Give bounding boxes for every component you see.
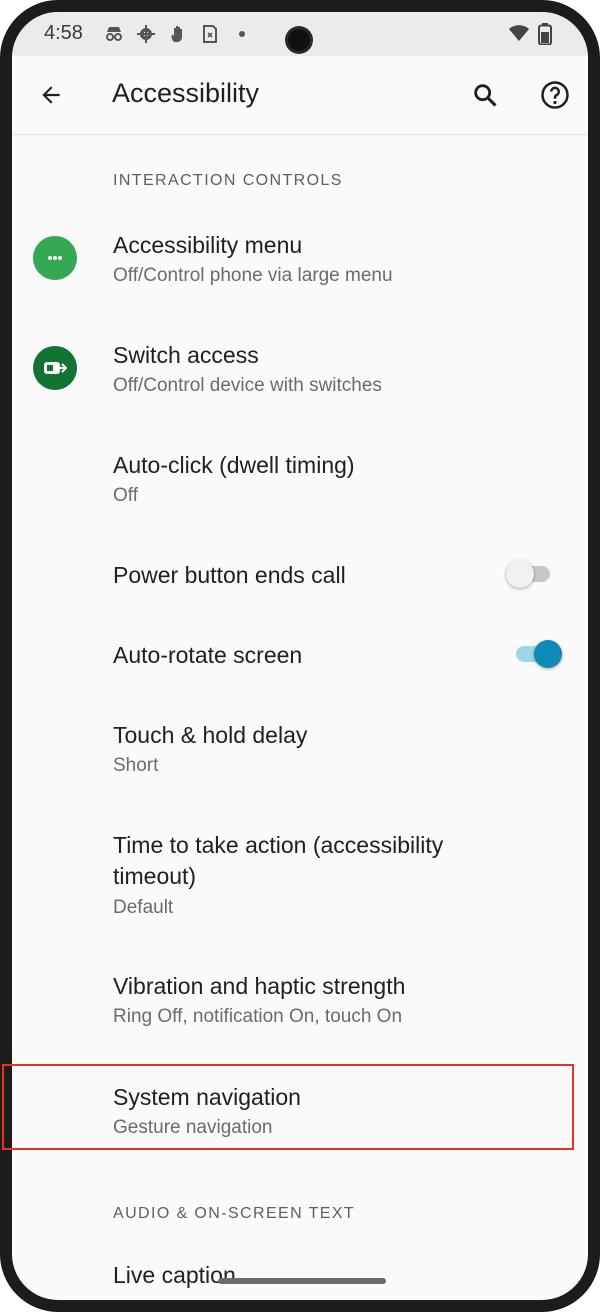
list-item-power-button-ends-call[interactable]: Power button ends call — [12, 550, 588, 610]
gesture-nav-handle[interactable] — [218, 1278, 386, 1284]
list-item-time-to-take-action[interactable]: Time to take action (accessibility timeo… — [12, 820, 588, 930]
list-item-touch-hold-delay[interactable]: Touch & hold delay Short — [12, 710, 588, 790]
item-title: Power button ends call — [113, 562, 346, 588]
page-title: Accessibility — [112, 78, 260, 108]
incognito-icon — [104, 24, 124, 44]
search-icon — [474, 84, 497, 107]
list-item-auto-click[interactable]: Auto-click (dwell timing) Off — [12, 440, 588, 520]
item-title-line-2: timeout) — [113, 863, 197, 889]
item-title: Touch & hold delay — [113, 722, 308, 748]
list-item-accessibility-menu[interactable]: Accessibility menu Off/Control phone via… — [12, 220, 588, 300]
item-title: Auto-rotate screen — [113, 642, 303, 668]
search-button[interactable] — [466, 76, 504, 114]
item-subtitle: Off — [113, 485, 138, 506]
item-title: Switch access — [113, 342, 259, 368]
back-button[interactable] — [32, 76, 70, 114]
item-subtitle: Ring Off, notification On, touch On — [113, 1006, 403, 1027]
item-subtitle: Short — [113, 755, 159, 776]
toggle-thumb — [506, 560, 534, 588]
dot-icon — [232, 24, 252, 44]
status-bar: 4:58 — [12, 12, 588, 56]
status-icons-left — [104, 24, 252, 44]
item-title: Auto-click (dwell timing) — [113, 452, 355, 478]
app-bar: Accessibility — [12, 56, 588, 135]
hand-icon — [168, 24, 188, 44]
accessibility-menu-icon — [33, 236, 77, 280]
front-camera — [288, 29, 310, 51]
item-title: Vibration and haptic strength — [113, 973, 406, 999]
power-button-toggle[interactable] — [506, 558, 556, 588]
help-icon — [541, 81, 569, 109]
section-header-interaction-controls: INTERACTION CONTROLS — [113, 172, 343, 189]
item-title-line-1: Time to take action (accessibility — [113, 832, 444, 858]
wifi-icon — [508, 23, 529, 43]
settings-icon — [136, 24, 156, 44]
list-item-auto-rotate-screen[interactable]: Auto-rotate screen — [12, 630, 588, 690]
item-title: Live caption — [113, 1262, 236, 1288]
status-time: 4:58 — [44, 22, 83, 44]
switch-access-icon — [33, 346, 77, 390]
battery-icon — [538, 23, 558, 46]
list-item-switch-access[interactable]: Switch access Off/Control device with sw… — [12, 330, 588, 410]
help-button[interactable] — [536, 76, 574, 114]
status-icons-right — [508, 23, 558, 46]
toggle-thumb — [534, 640, 562, 668]
section-header-audio-onscreen-text: AUDIO & ON-SCREEN TEXT — [113, 1205, 356, 1222]
auto-rotate-toggle[interactable] — [512, 638, 562, 668]
highlight-box — [2, 1064, 574, 1150]
sim-icon — [200, 24, 220, 44]
list-item-vibration-haptic[interactable]: Vibration and haptic strength Ring Off, … — [12, 961, 588, 1041]
item-title: Accessibility menu — [113, 232, 303, 258]
item-subtitle: Off/Control phone via large menu — [113, 265, 393, 286]
item-subtitle: Default — [113, 897, 174, 918]
item-subtitle: Off/Control device with switches — [113, 375, 382, 396]
back-arrow-icon — [42, 86, 60, 104]
